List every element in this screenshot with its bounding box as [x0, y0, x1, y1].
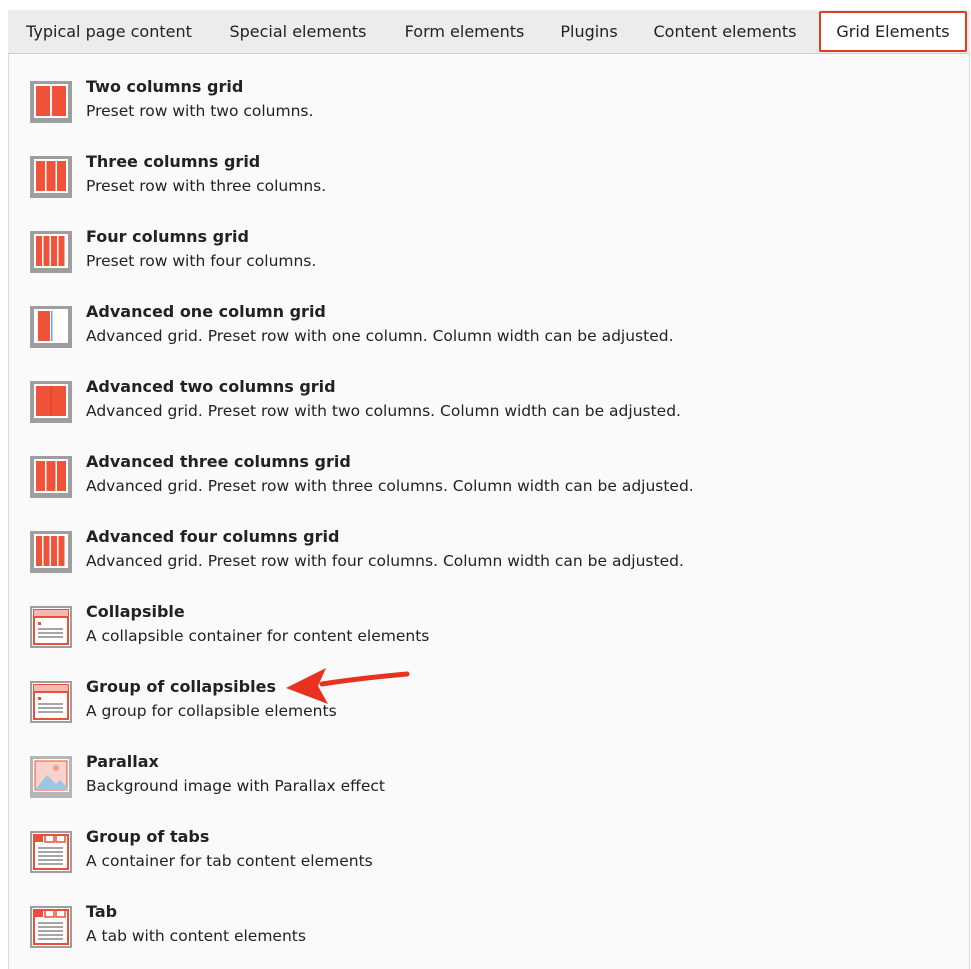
advanced-four-columns-icon	[30, 531, 72, 573]
list-item-advanced-one-column-grid[interactable]: Advanced one column grid Advanced grid. …	[29, 301, 929, 361]
item-description: A collapsible container for content elem…	[86, 627, 430, 645]
grid-elements-panel: Two columns grid Preset row with two col…	[8, 54, 970, 969]
item-title: Group of tabs	[86, 827, 210, 846]
list-item-tab[interactable]: Tab A tab with content elements	[29, 901, 929, 961]
item-title: Three columns grid	[86, 152, 261, 171]
item-title: Two columns grid	[86, 77, 244, 96]
tab-icon	[30, 906, 72, 948]
tab-typical-page-content[interactable]: Typical page content	[8, 10, 210, 53]
list-item-parallax[interactable]: Parallax Background image with Parallax …	[29, 751, 929, 811]
advanced-one-column-icon	[30, 306, 72, 348]
item-title: Collapsible	[86, 602, 185, 621]
four-columns-icon	[30, 231, 72, 273]
tab-grid-elements[interactable]: Grid Elements	[819, 11, 967, 52]
item-title: Advanced two columns grid	[86, 377, 336, 396]
item-title: Tab	[86, 902, 118, 921]
advanced-two-columns-icon	[30, 381, 72, 423]
item-description: Advanced grid. Preset row with four colu…	[86, 552, 684, 570]
list-item-advanced-three-columns-grid[interactable]: Advanced three columns grid Advanced gri…	[29, 451, 929, 511]
list-item-collapsible[interactable]: Collapsible A collapsible container for …	[29, 601, 929, 661]
tab-content-elements[interactable]: Content elements	[635, 10, 815, 53]
tab-form-elements[interactable]: Form elements	[386, 10, 543, 53]
item-description: Background image with Parallax effect	[86, 777, 385, 795]
tab-bar: Typical page content Special elements Fo…	[8, 10, 970, 54]
list-item-advanced-four-columns-grid[interactable]: Advanced four columns grid Advanced grid…	[29, 526, 929, 586]
list-item-four-columns-grid[interactable]: Four columns grid Preset row with four c…	[29, 226, 929, 286]
item-description: Advanced grid. Preset row with two colum…	[86, 402, 681, 420]
group-collapsibles-icon	[30, 681, 72, 723]
annotation-arrow-icon	[286, 668, 410, 704]
item-description: A container for tab content elements	[86, 852, 373, 870]
item-title: Four columns grid	[86, 227, 249, 246]
collapsible-icon	[30, 606, 72, 648]
item-description: Preset row with three columns.	[86, 177, 327, 195]
item-description: Advanced grid. Preset row with three col…	[86, 477, 694, 495]
tab-special-elements[interactable]: Special elements	[210, 10, 386, 53]
tab-plugins[interactable]: Plugins	[543, 10, 635, 53]
group-tabs-icon	[30, 831, 72, 873]
item-title: Advanced three columns grid	[86, 452, 351, 471]
three-columns-icon	[30, 156, 72, 198]
item-description: A tab with content elements	[86, 927, 306, 945]
item-description: Advanced grid. Preset row with one colum…	[86, 327, 674, 345]
item-title: Advanced one column grid	[86, 302, 326, 321]
list-item-two-columns-grid[interactable]: Two columns grid Preset row with two col…	[29, 76, 929, 136]
item-title: Group of collapsibles	[86, 677, 276, 696]
list-item-group-of-tabs[interactable]: Group of tabs A container for tab conten…	[29, 826, 929, 886]
item-title: Parallax	[86, 752, 159, 771]
two-columns-icon	[30, 81, 72, 123]
item-title: Advanced four columns grid	[86, 527, 340, 546]
list-item-three-columns-grid[interactable]: Three columns grid Preset row with three…	[29, 151, 929, 211]
parallax-image-icon	[30, 756, 72, 798]
list-item-advanced-two-columns-grid[interactable]: Advanced two columns grid Advanced grid.…	[29, 376, 929, 436]
list-item-group-of-collapsibles[interactable]: Group of collapsibles A group for collap…	[29, 676, 929, 736]
advanced-three-columns-icon	[30, 456, 72, 498]
item-description: Preset row with four columns.	[86, 252, 317, 270]
item-description: Preset row with two columns.	[86, 102, 314, 120]
